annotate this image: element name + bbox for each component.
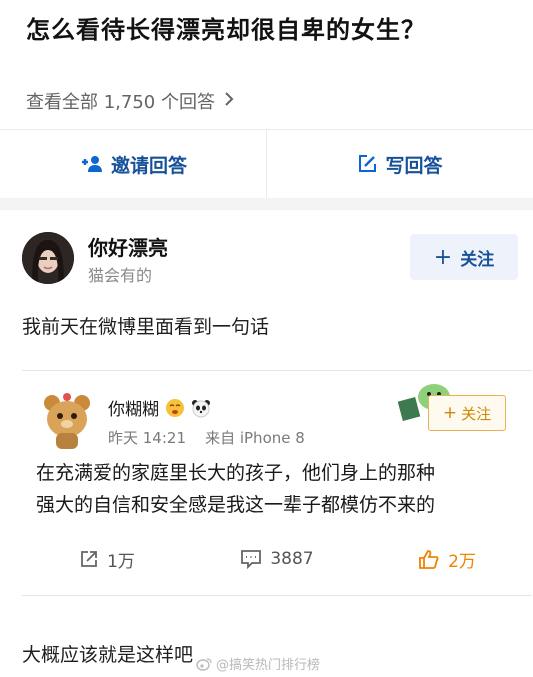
write-answer-label: 写回答 — [385, 154, 443, 177]
author-avatar[interactable] — [22, 232, 74, 284]
weibo-screenshot-card: 你糊糊 昨天 14:21 来自 iPhone 8 + 关注 在充满爱的家庭里长大… — [22, 370, 532, 596]
weibo-follow-label: 关注 — [461, 404, 492, 423]
weibo-repost-count: 1万 — [107, 551, 135, 572]
repost-icon — [79, 549, 99, 569]
view-all-answers-link[interactable]: 查看全部 1,750 个回答 — [26, 88, 235, 114]
weibo-post-text: 在充满爱的家庭里长大的孩子，他们身上的那种 强大的自信和安全感是我这一辈子都模仿… — [36, 457, 520, 521]
weibo-follow-button[interactable]: + 关注 — [428, 395, 506, 431]
watermark: @搞笑热门排行榜 — [196, 654, 320, 673]
weibo-comment-button[interactable]: 3887 — [192, 539, 362, 579]
thumbs-up-icon — [418, 548, 440, 570]
follow-author-label: 关注 — [460, 249, 495, 270]
plus-icon: + — [442, 403, 458, 423]
weibo-user-avatar — [36, 389, 98, 451]
weibo-post-time: 昨天 14:21 — [108, 429, 186, 447]
weibo-repost-button[interactable]: 1万 — [22, 539, 192, 579]
weibo-action-bar: 1万 3887 2万 — [22, 539, 532, 579]
watermark-text: @搞笑热门排行榜 — [216, 658, 321, 673]
plus-icon: + — [433, 244, 453, 270]
weibo-comment-count: 3887 — [270, 549, 314, 569]
author-bio: 猫会有的 — [88, 266, 153, 285]
weibo-user-name-label: 你糊糊 — [108, 400, 159, 420]
write-answer-button[interactable]: 写回答 — [266, 130, 533, 198]
weibo-post-text-line: 强大的自信和安全感是我这一辈子都模仿不来的 — [36, 494, 436, 516]
author-name[interactable]: 你好漂亮 — [88, 232, 168, 261]
answer-paragraph: 我前天在微博里面看到一句话 — [22, 316, 270, 338]
comment-icon — [240, 549, 262, 569]
weibo-user-name[interactable]: 你糊糊 — [108, 395, 211, 420]
question-actions: 邀请回答 写回答 — [0, 130, 533, 198]
panda-emoji-icon — [191, 398, 211, 418]
edit-icon — [357, 154, 377, 174]
add-user-icon — [79, 155, 103, 173]
section-separator — [0, 198, 533, 210]
weibo-post-text-line: 在充满爱的家庭里长大的孩子，他们身上的那种 — [36, 462, 436, 484]
view-all-answers-label: 查看全部 1,750 个回答 — [26, 92, 215, 113]
question-title: 怎么看待长得漂亮却很自卑的女生？ — [26, 16, 426, 44]
weibo-like-count: 2万 — [448, 551, 476, 572]
weibo-post-meta: 昨天 14:21 来自 iPhone 8 — [108, 427, 305, 448]
invite-answer-label: 邀请回答 — [110, 154, 187, 177]
weibo-logo-icon — [196, 657, 212, 671]
crying-emoji-icon — [165, 398, 185, 418]
weibo-post-source: 来自 iPhone 8 — [205, 429, 305, 447]
chevron-right-icon — [223, 90, 235, 113]
weibo-like-button[interactable]: 2万 — [362, 539, 532, 579]
follow-author-button[interactable]: + 关注 — [410, 234, 518, 280]
invite-answer-button[interactable]: 邀请回答 — [0, 130, 266, 198]
answer-paragraph: 大概应该就是这样吧 — [22, 644, 194, 666]
